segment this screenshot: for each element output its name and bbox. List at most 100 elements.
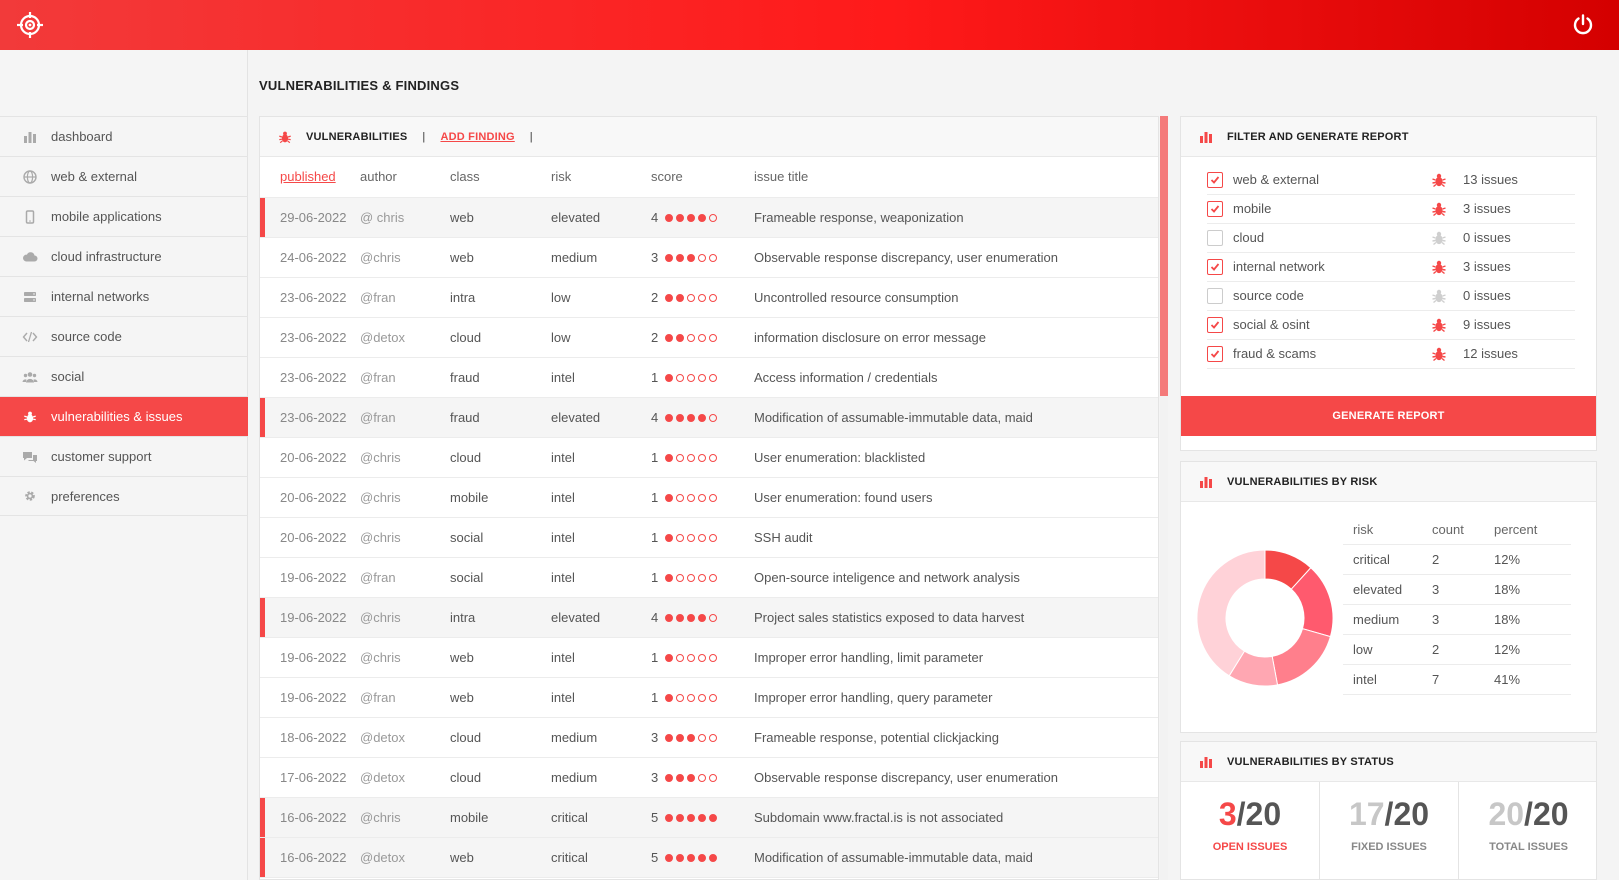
filter-row[interactable]: cloud 0 issues xyxy=(1207,223,1575,253)
class: mobile xyxy=(450,797,551,838)
table-row[interactable]: 19-06-2022 @chris web intel 1 Improper error … xyxy=(260,637,1158,678)
table-row[interactable]: 16-06-2022 @chris mobile critical 5 Subdomain… xyxy=(260,797,1158,838)
table-row[interactable]: 23-06-2022 @fran fraud intel 1 Access informa… xyxy=(260,357,1158,398)
sidebar-item-preferences[interactable]: preferences xyxy=(0,476,248,516)
class: social xyxy=(450,557,551,598)
class: cloud xyxy=(450,757,551,798)
score-dot-filled xyxy=(665,774,673,783)
author: @fran xyxy=(360,277,450,318)
filter-row[interactable]: internal network 3 issues xyxy=(1207,252,1575,282)
sidebar-item-label: web & external xyxy=(51,169,137,184)
table-scrollbar-thumb[interactable] xyxy=(1160,116,1168,396)
score-dot-empty xyxy=(698,654,706,663)
score-value: 4 xyxy=(651,409,659,425)
checkbox-checked[interactable] xyxy=(1207,345,1223,362)
status-panel: VULNERABILITIES BY STATUS 3/20 OPEN ISSU… xyxy=(1180,741,1597,880)
table-row[interactable]: 16-06-2022 @detox web critical 5 Modification… xyxy=(260,837,1158,878)
score-dot-filled xyxy=(676,214,684,223)
sidebar-item-customer-support[interactable]: customer support xyxy=(0,436,248,476)
filter-row[interactable]: source code 0 issues xyxy=(1207,281,1575,311)
sidebar-item-mobile-applications[interactable]: mobile applications xyxy=(0,196,248,236)
sidebar-item-label: preferences xyxy=(51,488,120,504)
column-header-published[interactable]: published xyxy=(260,157,360,198)
checkbox-checked[interactable] xyxy=(1207,258,1223,275)
filter-panel: FILTER AND GENERATE REPORT web & externa… xyxy=(1180,116,1597,451)
table-row[interactable]: 20-06-2022 @chris mobile intel 1 User enumera… xyxy=(260,477,1158,518)
class: cloud xyxy=(450,437,551,478)
score-dot-filled xyxy=(676,334,684,343)
score-dot-empty xyxy=(676,494,684,503)
filter-row[interactable]: web & external 13 issues xyxy=(1207,165,1575,195)
checkbox-unchecked[interactable] xyxy=(1207,229,1223,246)
table-row[interactable]: 19-06-2022 @fran social intel 1 Open-source i… xyxy=(260,557,1158,598)
score-dots xyxy=(665,494,717,503)
score-dot-filled xyxy=(687,734,695,743)
percent-column-header: percent xyxy=(1494,522,1538,537)
table-row[interactable]: 18-06-2022 @detox cloud medium 3 Frameable re… xyxy=(260,717,1158,758)
score-dot-empty xyxy=(709,774,717,783)
author: @chris xyxy=(360,477,450,518)
column-header-issue-title[interactable]: issue title xyxy=(754,157,1158,198)
table-row[interactable]: 29-06-2022 @ chris web elevated 4 Frameable … xyxy=(260,197,1158,238)
sidebar-item-dashboard[interactable]: dashboard xyxy=(0,116,248,156)
table-row[interactable]: 19-06-2022 @chris intra elevated 4 Project sa… xyxy=(260,597,1158,638)
table-scrollbar[interactable] xyxy=(1160,116,1168,880)
crosshair-target-icon[interactable] xyxy=(16,11,44,39)
filter-row[interactable]: mobile 3 issues xyxy=(1207,194,1575,224)
risk-level: intel xyxy=(551,477,651,518)
class: web xyxy=(450,837,551,878)
table-row[interactable]: 24-06-2022 @chris web medium 3 Observable res… xyxy=(260,237,1158,278)
table-row[interactable]: 17-06-2022 @detox cloud medium 3 Observable r… xyxy=(260,757,1158,798)
issue-count: 0 issues xyxy=(1463,288,1511,303)
class: cloud xyxy=(450,717,551,758)
table-row[interactable]: 19-06-2022 @fran web intel 1 Improper error h… xyxy=(260,677,1158,718)
column-header-class[interactable]: class xyxy=(450,157,551,198)
score-dot-filled xyxy=(709,854,717,863)
checkbox-checked[interactable] xyxy=(1207,171,1223,188)
generate-report-button[interactable]: GENERATE REPORT xyxy=(1181,396,1596,436)
risk-level: intel xyxy=(551,437,651,478)
power-icon[interactable] xyxy=(1571,13,1595,37)
sidebar-item-social[interactable]: social xyxy=(0,356,248,396)
score-dots xyxy=(665,534,717,543)
score-dot-filled xyxy=(665,374,673,383)
column-header-author[interactable]: author xyxy=(360,157,450,198)
sidebar-item-cloud-infrastructure[interactable]: cloud infrastructure xyxy=(0,236,248,276)
table-row[interactable]: 20-06-2022 @chris social intel 1 SSH audit xyxy=(260,517,1158,558)
bug-icon xyxy=(279,131,291,143)
score-dot-filled xyxy=(687,414,695,423)
score-dot-filled xyxy=(665,334,673,343)
filter-row[interactable]: fraud & scams 12 issues xyxy=(1207,339,1575,369)
sidebar-item-web-and-external[interactable]: web & external xyxy=(0,156,248,196)
table-row[interactable]: 23-06-2022 @fran fraud elevated 4 Modificatio… xyxy=(260,397,1158,438)
fixed-issues-label: FIXED ISSUES xyxy=(1351,841,1427,853)
risk-percent: 18% xyxy=(1494,612,1521,627)
sidebar-item-source-code[interactable]: source code xyxy=(0,316,248,356)
score-dots xyxy=(665,734,717,743)
filter-label: social & osint xyxy=(1233,317,1310,332)
sidebar-item-internal-networks[interactable]: internal networks xyxy=(0,276,248,316)
score-dot-empty xyxy=(687,334,695,343)
table-row[interactable]: 23-06-2022 @detox cloud low 2 information dis… xyxy=(260,317,1158,358)
score-dots xyxy=(665,654,717,663)
score-dot-empty xyxy=(687,574,695,583)
risk-level: critical xyxy=(551,797,651,838)
table-row[interactable]: 20-06-2022 @chris cloud intel 1 User enumerat… xyxy=(260,437,1158,478)
author: @fran xyxy=(360,357,450,398)
risk-name: medium xyxy=(1353,612,1400,627)
score-dots xyxy=(665,294,717,303)
issue-title: Improper error handling, query parameter xyxy=(754,677,1158,718)
score-dot-filled xyxy=(687,814,695,823)
author: @ chris xyxy=(360,197,450,238)
column-header-risk[interactable]: risk xyxy=(551,157,651,198)
column-header-score[interactable]: score xyxy=(651,157,754,198)
table-row[interactable]: 23-06-2022 @fran intra low 2 Uncontrolled res… xyxy=(260,277,1158,318)
author: @chris xyxy=(360,437,450,478)
checkbox-checked[interactable] xyxy=(1207,316,1223,333)
checkbox-unchecked[interactable] xyxy=(1207,287,1223,304)
add-finding-link[interactable]: ADD FINDING xyxy=(440,131,514,143)
checkbox-checked[interactable] xyxy=(1207,200,1223,217)
filter-row[interactable]: social & osint 9 issues xyxy=(1207,310,1575,340)
score-dot-empty xyxy=(687,454,695,463)
sidebar-item-vulnerabilities-and-issues[interactable]: vulnerabilities & issues xyxy=(0,396,248,436)
